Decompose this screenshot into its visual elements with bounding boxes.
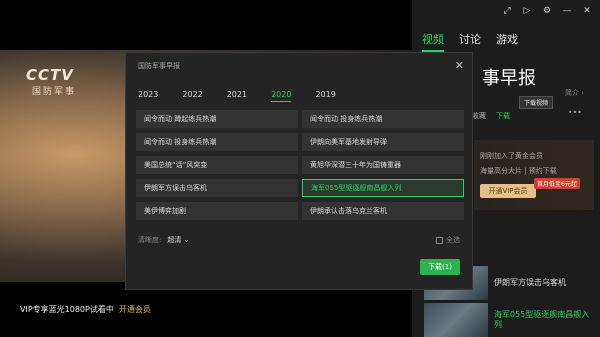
channel-logo: CCTV [26,66,74,84]
episode-option[interactable]: 闻令而动 投身练兵热潮 [136,133,298,151]
year-tabs: 2023 2022 2021 2020 2019 [138,90,336,102]
year-tab[interactable]: 2022 [182,90,202,102]
episode-title: 伊朗军方误击乌客机 [494,278,566,287]
vip-discount-badge: 首月低至6元起 [534,178,580,189]
open-vip-button[interactable]: 开通VIP会员 [480,184,536,198]
episode-option[interactable]: 美国总统“话”风突变 [136,156,298,174]
quality-selector: 清晰度: 超清 ⌄ [138,235,189,245]
show-title: 事早报 [482,68,536,89]
year-tab[interactable]: 2023 [138,90,158,102]
favorite-button[interactable]: 收藏 [472,111,486,121]
episode-option[interactable]: 伊朗向美军基地发射导弹 [302,133,464,151]
episode-thumbnail [424,303,488,337]
select-all-checkbox[interactable]: 全选 [436,235,460,245]
minimize-icon[interactable]: — [562,6,572,16]
episode-option[interactable]: 美伊博弈加剧 [136,202,298,220]
episode-option-selected[interactable]: 海军055型驱逐舰南昌舰入列 [302,179,464,197]
tab-video[interactable]: 视频 [422,31,444,52]
action-row: 收藏 下载 [472,111,510,121]
episode-item-active[interactable]: 海军055型驱逐舰南昌舰入列 [424,303,596,337]
episode-title: 海军055型驱逐舰南昌舰入列 [494,310,590,329]
tab-discussion[interactable]: 讨论 [459,31,481,52]
episode-grid: 闻令而动 蹲起练兵热潮 闻令而动 投身练兵热潮 闻令而动 投身练兵热潮 伊朗向美… [136,110,464,220]
episode-option[interactable]: 闻令而动 投身练兵热潮 [302,110,464,128]
vip-promo: 刚刚加入了黄金会员 海量高分大片 | 预约下载 开通VIP会员 首月低至6元起 [474,140,594,210]
checkbox-icon [436,236,443,244]
quality-label: 清晰度: [138,236,162,244]
vip-promo-line2: 海量高分大片 | 预约下载 [480,167,557,175]
episode-option[interactable]: 伊朗军方误击乌客机 [136,179,298,197]
settings-icon[interactable]: ⚙ [542,6,552,16]
year-tab[interactable]: 2021 [227,90,247,102]
year-tab[interactable]: 2019 [315,90,335,102]
download-tooltip: 下载视频 [519,96,554,109]
download-confirm-button[interactable]: 下载(1) [420,259,460,275]
episode-option[interactable]: 黄旭华深潜三十年为国铸重器 [302,156,464,174]
close-icon[interactable]: ✕ [455,59,464,72]
quality-dropdown[interactable]: 超清 ⌄ [167,236,189,244]
intro-link[interactable]: 简介 [565,88,584,98]
more-options-icon[interactable]: ••• [568,108,582,117]
expand-icon[interactable]: ⤢ [502,6,512,16]
vip-trial-bar: VIP专享蓝光1080P试看中 开通会员 [20,304,151,315]
close-icon[interactable]: ✕ [582,6,592,16]
window-controls: ⤢ ▷ ⚙ — ✕ [502,6,592,16]
channel-logo-subtitle: 国防军事 [32,87,77,97]
tab-games[interactable]: 游戏 [496,31,518,52]
vip-promo-line1: 刚刚加入了黄金会员 [480,152,543,160]
vip-trial-text: VIP专享蓝光1080P试看中 [20,305,114,314]
episode-option[interactable]: 伊朗承认击落乌克兰客机 [302,202,464,220]
open-vip-link[interactable]: 开通会员 [119,305,151,314]
dialog-title: 国防军事早报 [138,62,180,70]
cast-icon[interactable]: ▷ [522,6,532,16]
quality-value: 超清 [167,236,182,244]
year-tab-active[interactable]: 2020 [271,90,292,102]
select-all-label: 全选 [446,236,460,244]
chevron-down-icon: ⌄ [183,236,190,244]
episode-option[interactable]: 闻令而动 蹲起练兵热潮 [136,110,298,128]
download-button[interactable]: 下载 [496,111,510,121]
download-dialog: 国防军事早报 ✕ 2023 2022 2021 2020 2019 闻令而动 蹲… [125,52,473,290]
panel-tabs: 视频 讨论 游戏 [422,31,518,52]
